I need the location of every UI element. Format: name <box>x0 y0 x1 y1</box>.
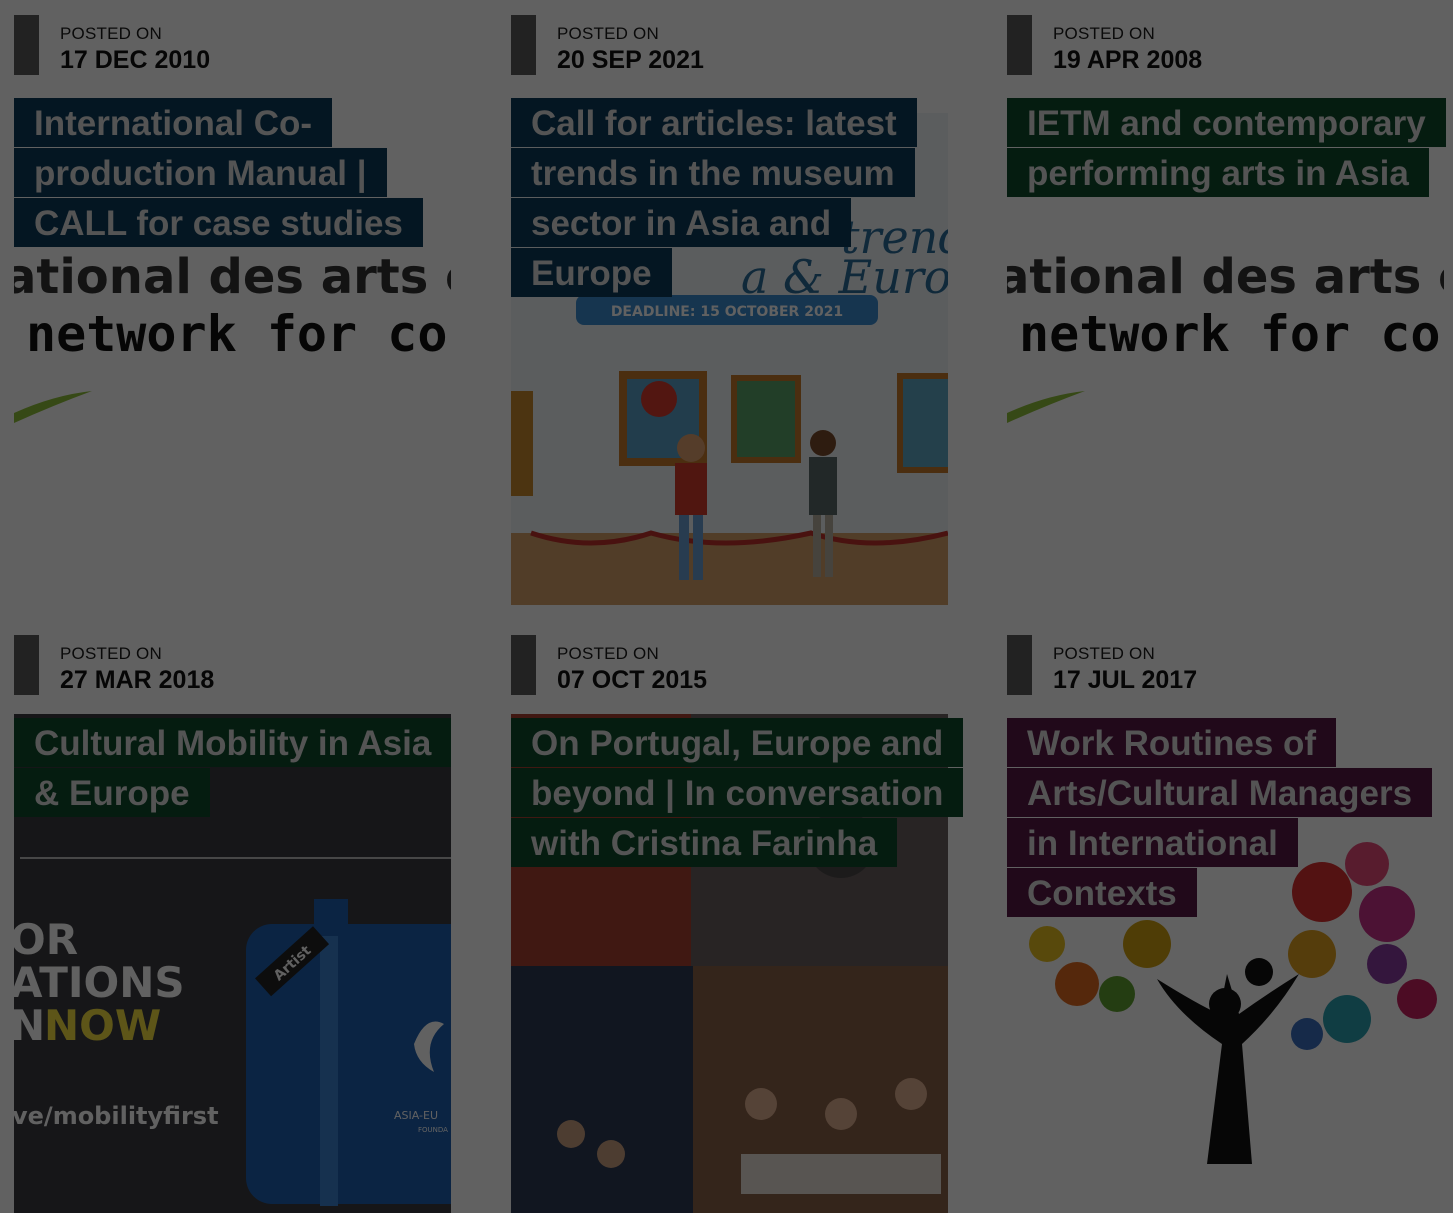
meta-accent-bar <box>1007 635 1032 695</box>
leaf-shape <box>1007 391 1085 423</box>
meta-accent-bar <box>14 15 39 75</box>
post-meta: POSTED ON 07 OCT 2015 <box>511 635 948 695</box>
hand-green <box>1099 976 1135 1012</box>
post-date: 20 SEP 2021 <box>557 46 704 74</box>
thumb-text-1: ational des arts c <box>1007 249 1444 305</box>
post-title[interactable]: International Co-production Manual | CAL… <box>14 98 451 249</box>
hand-purple <box>1367 944 1407 984</box>
post-card[interactable]: POSTED ON 17 DEC 2010 ational des arts c… <box>14 15 451 605</box>
post-title[interactable]: Call for articles: latest trends in the … <box>511 98 948 299</box>
posted-on-label: POSTED ON <box>1053 644 1155 663</box>
post-meta: POSTED ON 19 APR 2008 <box>1007 15 1444 75</box>
hand-yellow <box>1288 930 1336 978</box>
thumb-text-1: ational des arts c <box>14 249 451 305</box>
posted-on-label: POSTED ON <box>60 644 162 663</box>
post-meta: POSTED ON 20 SEP 2021 <box>511 15 948 75</box>
meta-accent-bar <box>511 635 536 695</box>
visitor-2-body <box>809 457 837 515</box>
thumb-text-n: N <box>14 1001 45 1050</box>
posted-on-label: POSTED ON <box>1053 24 1155 43</box>
frame-left <box>511 391 533 496</box>
thumb-text-2: network for cont <box>1019 305 1444 363</box>
thumb-text-or: OR <box>14 915 78 964</box>
hand-blue <box>1291 1018 1323 1050</box>
leaf-shape <box>14 391 92 423</box>
suitcase-handle <box>314 899 348 939</box>
deadline-text: DEADLINE: 15 OCTOBER 2021 <box>611 304 843 320</box>
meta-accent-bar <box>1007 15 1032 75</box>
meta-accent-bar <box>14 635 39 695</box>
photo-3 <box>511 966 693 1213</box>
post-meta: POSTED ON 27 MAR 2018 <box>14 635 451 695</box>
posted-on-label: POSTED ON <box>60 24 162 43</box>
post-card[interactable]: POSTED ON 07 OCT 2015 On Portugal, Europ… <box>511 635 964 1213</box>
post-date: 27 MAR 2018 <box>60 666 215 694</box>
posted-on-label: POSTED ON <box>557 644 659 663</box>
hand-gold <box>1123 920 1171 968</box>
post-meta: POSTED ON 17 JUL 2017 <box>1007 635 1444 695</box>
post-meta: POSTED ON 17 DEC 2010 <box>14 15 451 75</box>
visitor-2-head <box>810 430 836 456</box>
post-date: 19 APR 2008 <box>1053 46 1203 74</box>
post-card[interactable]: POSTED ON 19 APR 2008 ational des arts c… <box>1007 15 1446 605</box>
post-date: 17 JUL 2017 <box>1053 666 1198 694</box>
post-title[interactable]: On Portugal, Europe and beyond | In conv… <box>511 718 964 869</box>
visitor-1-body <box>675 463 707 515</box>
post-card[interactable]: POSTED ON 20 SEP 2021 trend a & Europe D… <box>511 15 948 605</box>
post-card[interactable]: POSTED ON 17 JUL 2017 Work Routines of A… <box>1007 635 1444 1213</box>
thumb-text-now: NOW <box>44 1001 161 1050</box>
post-date: 07 OCT 2015 <box>557 666 708 694</box>
hand-orange <box>1055 962 1099 1006</box>
thumb-text-ations: ATIONS <box>14 958 185 1007</box>
posts-grid: POSTED ON 17 DEC 2010 ational des arts c… <box>0 0 1453 1213</box>
thumb-text-url: ve/mobilityfirst <box>14 1102 219 1130</box>
post-title[interactable]: Work Routines of Arts/Cultural Managers … <box>1007 718 1444 919</box>
posted-on-label: POSTED ON <box>557 24 659 43</box>
asef-logo-subtext: FOUNDA <box>418 1126 448 1134</box>
thumb-text-2: network for cont <box>26 305 451 363</box>
post-title[interactable]: Cultural Mobility in Asia & Europe <box>14 718 452 819</box>
meta-accent-bar <box>511 15 536 75</box>
visitor-1-head <box>677 434 705 462</box>
asef-logo-text: ASIA-EU <box>394 1109 438 1122</box>
post-card[interactable]: POSTED ON 27 MAR 2018 OR ATIONS N NOW ve… <box>14 635 452 1213</box>
post-title[interactable]: IETM and contemporary performing arts in… <box>1007 98 1446 199</box>
hand-pink <box>1397 979 1437 1019</box>
hand-teal <box>1323 995 1371 1043</box>
post-date: 17 DEC 2010 <box>60 46 211 74</box>
